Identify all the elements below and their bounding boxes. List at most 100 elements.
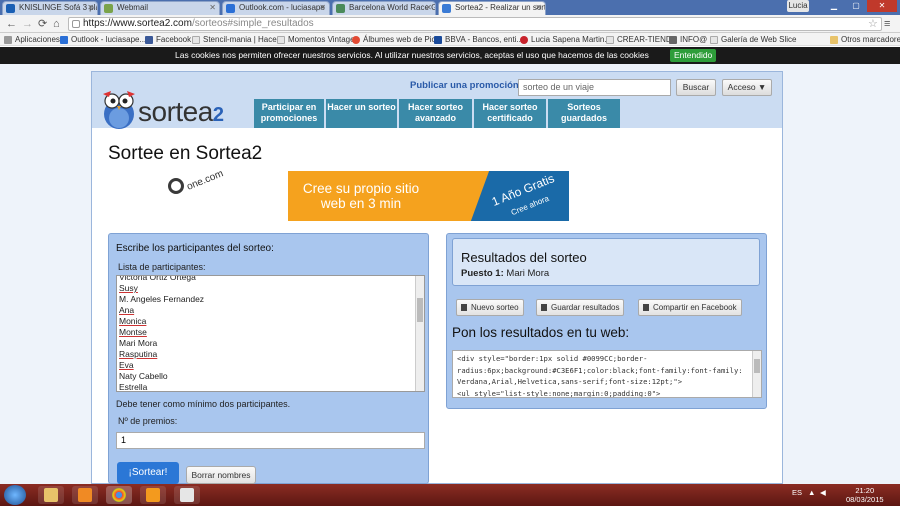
menu-icon[interactable]: ≡ (884, 17, 890, 31)
scrollbar-thumb[interactable] (754, 359, 760, 373)
close-icon[interactable]: ✕ (535, 2, 542, 14)
nav-sorteos-guardados[interactable]: Sorteos guardados (548, 99, 620, 128)
browser-tab[interactable]: Barcelona World Race Ga ✕ (332, 1, 436, 15)
buscar-button[interactable]: Buscar (676, 79, 716, 96)
compartir-facebook-button[interactable]: Compartir en Facebook (638, 299, 742, 316)
address-bar: ← → ⟳ ⌂ https://www.sortea2.com/sorteos#… (0, 15, 900, 33)
bookmark-item[interactable]: Galería de Web Slice (710, 34, 796, 45)
embed-code-textarea[interactable]: <div style="border:1px solid #0099CC;bor… (452, 350, 762, 398)
taskbar-item[interactable] (174, 486, 200, 504)
bookmark-label: BBVA - Bancos, enti... (445, 35, 524, 44)
bwr-favicon-icon (336, 4, 345, 13)
bookmark-label: Otros marcadores (841, 35, 900, 44)
picasa-icon (352, 36, 360, 44)
winner-line: Puesto 1: Mari Mora (461, 268, 549, 279)
guardar-resultados-button[interactable]: Guardar resultados (536, 299, 625, 316)
bookmark-item[interactable]: Lucia Sapena Martin... (520, 34, 611, 45)
participant-item: Susy (119, 283, 138, 293)
acceso-button[interactable]: Acceso ▼ (722, 79, 772, 96)
page-icon (277, 36, 285, 44)
taskbar-item-active[interactable] (106, 486, 132, 504)
publicar-promocion-link[interactable]: Publicar una promoción (410, 80, 519, 91)
clock[interactable]: 21:20 08/03/2015 (846, 486, 884, 504)
nav-participar[interactable]: Participar en promociones (254, 99, 324, 128)
bookmark-item[interactable]: CREAR-TIENDA (606, 34, 677, 45)
folder-icon (830, 36, 838, 44)
home-icon[interactable]: ⌂ (53, 17, 60, 31)
tab-label: KNISLINGE Sofá 3 plazas (19, 3, 97, 12)
star-icon[interactable]: ☆ (868, 17, 878, 31)
tab-strip: KNISLINGE Sofá 3 plazas✕ Webmail✕ Outloo… (0, 0, 900, 16)
participant-item: Ana (119, 305, 135, 315)
nav-sorteo-certificado[interactable]: Hacer sorteo certificado (474, 99, 546, 128)
page-icon (72, 20, 80, 28)
start-button-icon[interactable] (4, 485, 26, 505)
nav-hacer-sorteo[interactable]: Hacer un sorteo (326, 99, 397, 128)
owl-logo-icon[interactable] (101, 88, 137, 130)
browser-tab-active[interactable]: Sortea2 - Realizar un sorte ✕ (438, 1, 546, 16)
taskbar-item[interactable] (72, 486, 98, 504)
bookmark-item[interactable]: Momentos Vintage (277, 34, 355, 45)
browser-tab[interactable]: Webmail ✕ (100, 1, 220, 15)
browser-tab[interactable]: KNISLINGE Sofá 3 plazas✕ (2, 1, 98, 15)
premios-input[interactable]: 1 (116, 432, 425, 449)
taskbar-item[interactable] (38, 486, 64, 504)
bookmark-item[interactable]: Facebook (145, 34, 191, 45)
listbox-scrollbar[interactable] (415, 276, 424, 391)
close-icon[interactable]: ✕ (87, 2, 94, 14)
page-title: Sortee en Sortea2 (108, 143, 263, 164)
back-arrow-icon[interactable]: ← (6, 17, 17, 31)
taskbar-item[interactable] (140, 486, 166, 504)
sortear-button[interactable]: ¡Sortear! (117, 462, 179, 484)
close-icon[interactable]: ✕ (209, 2, 216, 14)
page-icon (710, 36, 718, 44)
bookmark-apps[interactable]: Aplicaciones (4, 34, 60, 45)
participant-item: Mari Mora (119, 338, 158, 348)
page-icon (606, 36, 614, 44)
scrollbar-thumb[interactable] (417, 298, 423, 322)
chrome-icon (112, 488, 126, 502)
site-logo[interactable]: sortea2 (138, 96, 224, 128)
ad-banner[interactable]: one.com Cree su propio sitio web en 3 mi… (160, 171, 569, 221)
clock-date: 08/03/2015 (846, 495, 884, 504)
maximize-icon[interactable]: ▢ (845, 0, 867, 12)
bookmark-label: Lucia Sapena Martin... (531, 35, 612, 44)
language-indicator[interactable]: ES (792, 488, 802, 497)
close-icon[interactable]: ✕ (319, 2, 326, 14)
volume-icon[interactable]: ◀ (820, 488, 826, 497)
participant-item: Eva (119, 360, 134, 370)
close-icon[interactable]: ✕ (425, 2, 432, 14)
bookmark-item[interactable]: Outlook - luciasape... (60, 34, 146, 45)
cookie-banner: Las cookies nos permiten ofrecer nuestro… (0, 47, 900, 64)
search-input[interactable]: sorteo de un viaje (518, 79, 671, 96)
borrar-nombres-button[interactable]: Borrar nombres (186, 466, 256, 484)
bbva-icon (434, 36, 442, 44)
bookmark-label: Álbumes web de Pic... (363, 35, 443, 44)
tab-label: Webmail (117, 3, 148, 12)
bookmark-item[interactable]: Stencil-mania | Hace... (192, 34, 283, 45)
bookmark-item[interactable]: Álbumes web de Pic... (352, 34, 442, 45)
share-icon (643, 304, 649, 311)
nav-sorteo-avanzado[interactable]: Hacer sorteo avanzado (399, 99, 472, 128)
forward-arrow-icon[interactable]: → (22, 17, 33, 31)
nuevo-sorteo-button[interactable]: Nuevo sorteo (456, 299, 524, 316)
close-window-icon[interactable]: ✕ (867, 0, 897, 12)
browser-tab[interactable]: Outlook.com - luciasape ✕ (222, 1, 330, 15)
tray-arrow-icon[interactable]: ▲ (808, 488, 815, 497)
user-profile-button[interactable]: Lucia (787, 0, 809, 12)
reload-icon[interactable]: ⟳ (38, 17, 47, 31)
bookmark-item[interactable]: INFO@ (669, 34, 707, 45)
url-input[interactable]: https://www.sortea2.com/sorteos#simple_r… (68, 17, 882, 31)
outlook-icon (60, 36, 68, 44)
participants-textarea[interactable]: Victoria Ortiz Ortega Susy M. Angeles Fe… (116, 275, 425, 392)
minimize-icon[interactable]: ▁ (823, 0, 845, 12)
bookmark-item[interactable]: BBVA - Bancos, enti... (434, 34, 523, 45)
facebook-icon (145, 36, 153, 44)
participants-list-label: Lista de participantes: (118, 262, 206, 272)
bookmark-label: INFO@ (680, 35, 708, 44)
logo-number: 2 (212, 104, 224, 126)
bookmark-other[interactable]: Otros marcadores (830, 34, 900, 45)
illustrator-icon (146, 488, 160, 502)
code-scrollbar[interactable] (752, 351, 761, 397)
cookie-accept-button[interactable]: Entendido (670, 49, 717, 62)
